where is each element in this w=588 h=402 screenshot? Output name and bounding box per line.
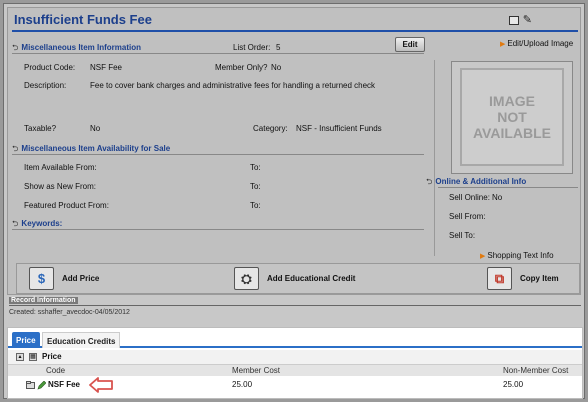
row-non-member-cost: 25.00 (503, 380, 524, 389)
list-order-label: List Order: (233, 43, 271, 52)
product-code-label: Product Code: (24, 63, 76, 72)
list-order-value: 5 (276, 43, 281, 52)
tab-price[interactable]: Price (12, 332, 40, 348)
sell-to-label: Sell To: (449, 231, 476, 240)
record-created-text: Created: sshaffer_avecdoc-04/05/2012 (9, 309, 130, 316)
edit-button[interactable]: Edit (395, 37, 425, 52)
folder-icon[interactable] (26, 381, 35, 391)
taxable-label: Taxable? (24, 124, 57, 133)
category-value: NSF - Insufficient Funds (296, 124, 382, 133)
show-as-new-from-label: Show as New From: (24, 182, 97, 191)
column-divider (434, 60, 435, 256)
sell-online-value: No (492, 193, 503, 202)
item-panel: Insufficient Funds Fee ✎ ⮌ Miscellaneous … (7, 7, 581, 295)
collapse-arrow-icon[interactable]: ⮌ (426, 177, 432, 186)
tab-bar: Price Education Credits (8, 328, 582, 348)
product-image: IMAGE NOT AVAILABLE (451, 61, 573, 174)
add-price-button[interactable]: $ Add Price (29, 267, 99, 290)
collapse-icon[interactable]: ▴ (16, 353, 24, 361)
description-label: Description: (24, 81, 67, 90)
featured-product-to-label: To: (250, 201, 261, 210)
copy-item-icon: ⧉ (487, 267, 512, 290)
add-educational-credit-button[interactable]: ⛭ Add Educational Credit (234, 267, 355, 290)
sell-online-label: Sell Online: (449, 193, 490, 202)
online-divider (438, 187, 578, 188)
member-only-label: Member Only? (215, 63, 268, 72)
shopping-text-info-link[interactable]: ▶ Shopping Text Info (480, 251, 554, 260)
taxable-value: No (90, 124, 101, 133)
orange-arrow-icon: ▶ (500, 41, 506, 48)
orange-arrow-icon: ▶ (480, 253, 486, 260)
item-detail-window: Insufficient Funds Fee ✎ ⮌ Miscellaneous … (3, 3, 585, 399)
description-value: Fee to cover bank charges and administra… (90, 81, 376, 90)
actions-bar: $ Add Price ⛭ Add Educational Credit ⧉ C… (16, 263, 580, 294)
keywords-divider (12, 229, 424, 230)
record-information-heading: Record Information (9, 297, 78, 304)
product-code-value: NSF Fee (90, 63, 123, 72)
image-placeholder: IMAGE NOT AVAILABLE (460, 68, 564, 166)
category-label: Category: (253, 124, 288, 133)
collapse-arrow-icon[interactable]: ⮌ (12, 144, 18, 153)
copy-item-button[interactable]: ⧉ Copy Item (487, 267, 559, 290)
sell-from-label: Sell From: (449, 212, 486, 221)
featured-product-from-label: Featured Product From: (24, 201, 109, 210)
record-info-divider (9, 305, 581, 306)
window-icon[interactable] (508, 16, 519, 25)
info-section-divider (12, 53, 424, 54)
member-only-value: No (271, 63, 282, 72)
tab-panel: Price Education Credits ▴ ▦ Price Code M… (7, 327, 583, 399)
grid-header (8, 365, 582, 376)
edit-upload-image-link[interactable]: ▶ Edit/Upload Image (500, 39, 573, 48)
tab-education-credits[interactable]: Education Credits (42, 332, 121, 348)
item-available-from-label: Item Available From: (24, 163, 97, 172)
pointer-arrow-icon (89, 377, 113, 393)
column-header-member-cost[interactable]: Member Cost (232, 366, 280, 375)
availability-divider (12, 154, 424, 155)
column-header-non-member-cost[interactable]: Non-Member Cost (503, 366, 568, 375)
price-toolbar: ▴ ▦ Price (8, 350, 582, 365)
tools-icon[interactable]: ✎ (523, 15, 532, 26)
row-code[interactable]: NSF Fee (48, 380, 80, 389)
show-as-new-to-label: To: (250, 182, 261, 191)
image-placeholder-text: IMAGE NOT AVAILABLE (472, 93, 552, 141)
add-price-icon: $ (29, 267, 54, 290)
item-available-to-label: To: (250, 163, 261, 172)
collapse-arrow-icon[interactable]: ⮌ (12, 43, 18, 52)
row-member-cost: 25.00 (232, 380, 253, 389)
header-icons: ✎ (508, 15, 532, 26)
grid-icon[interactable]: ▦ (29, 353, 37, 361)
pencil-edit-icon[interactable] (37, 380, 47, 392)
title-divider (12, 30, 578, 32)
collapse-arrow-icon[interactable]: ⮌ (12, 219, 18, 228)
add-credit-icon: ⛭ (234, 267, 259, 290)
price-grid-label: Price (42, 352, 62, 361)
column-header-code[interactable]: Code (46, 366, 65, 375)
page-title: Insufficient Funds Fee (14, 12, 152, 27)
